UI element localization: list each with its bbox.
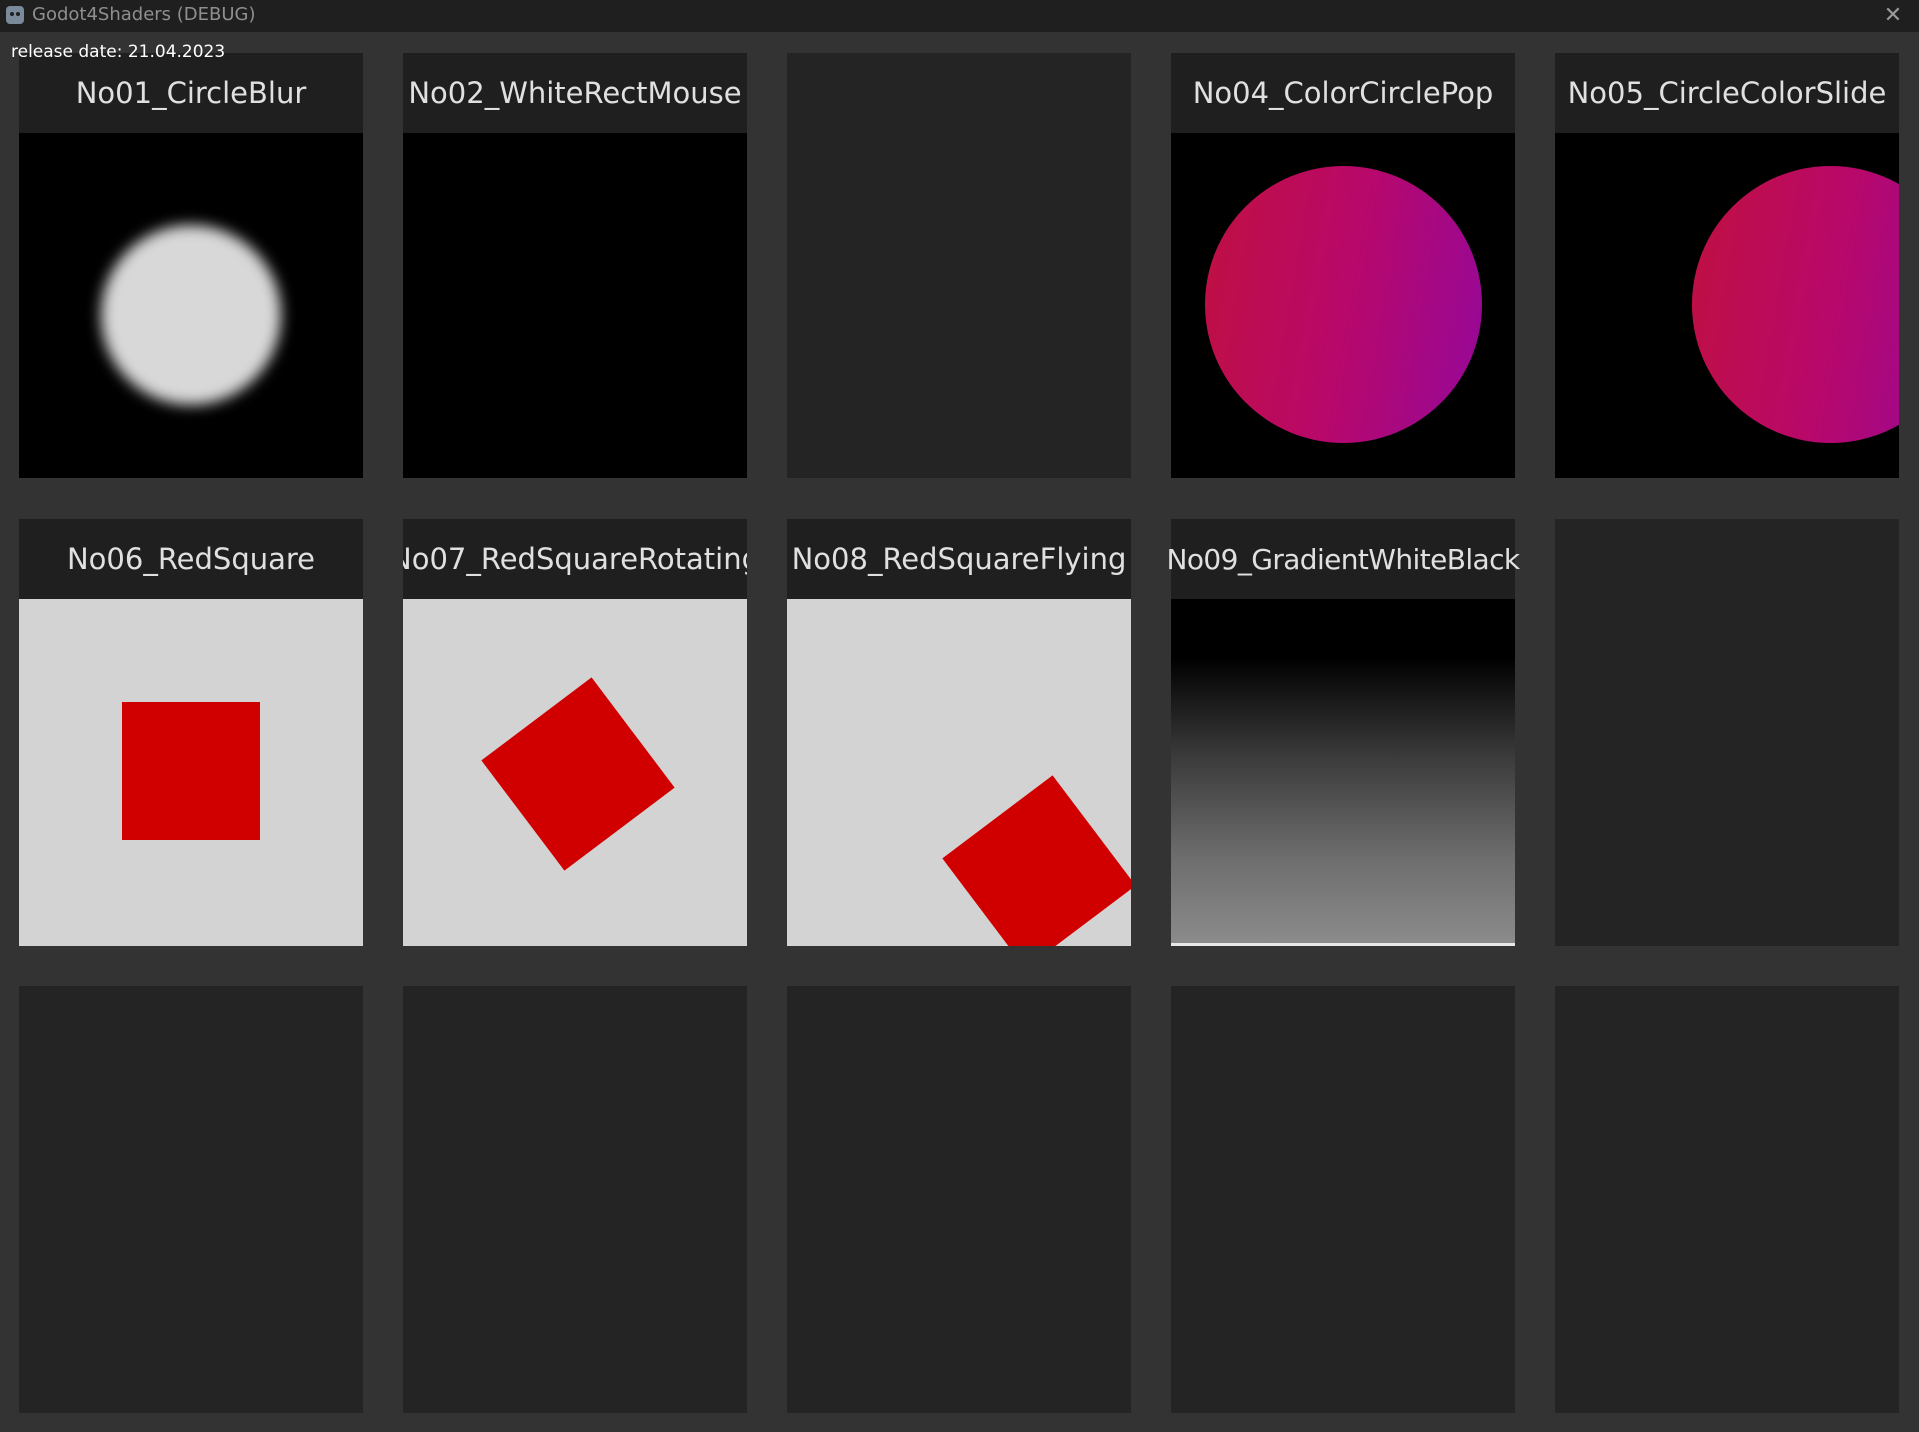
shader-card-title: No09_GradientWhiteBlack xyxy=(1167,519,1520,599)
shader-card-title: No01_CircleBlur xyxy=(19,53,363,133)
shader-preview-red-square-flying xyxy=(787,599,1131,946)
shader-preview-circle-blur xyxy=(19,133,363,478)
shader-card-title: No05_CircleColorSlide xyxy=(1555,53,1899,133)
shader-card-09[interactable]: No09_GradientWhiteBlack xyxy=(1167,519,1520,946)
shader-card-07[interactable]: No07_RedSquareRotating xyxy=(403,519,747,946)
color-circle xyxy=(1692,166,1899,443)
red-square xyxy=(942,775,1131,946)
shader-preview-red-square xyxy=(19,599,363,946)
shader-card-title: No08_RedSquareFlying xyxy=(787,519,1131,599)
godot-icon xyxy=(6,6,24,24)
red-square xyxy=(122,702,260,840)
shader-card-title: No06_RedSquare xyxy=(19,519,363,599)
release-date-label: release date: 21.04.2023 xyxy=(11,42,226,62)
shader-preview-red-square-rotating xyxy=(403,599,747,946)
blurred-circle xyxy=(101,225,281,405)
shader-preview-circle-color-slide xyxy=(1555,133,1899,478)
shader-card-empty xyxy=(19,986,363,1413)
shader-card-08[interactable]: No08_RedSquareFlying xyxy=(787,519,1131,946)
close-icon[interactable]: ✕ xyxy=(1873,0,1913,30)
shader-card-04[interactable]: No04_ColorCirclePop xyxy=(1171,53,1515,478)
color-circle xyxy=(1205,166,1482,443)
window-title: Godot4Shaders (DEBUG) xyxy=(32,4,256,25)
red-square xyxy=(481,677,675,871)
window-titlebar[interactable]: Godot4Shaders (DEBUG) ✕ xyxy=(0,0,1919,32)
shader-card-title: No07_RedSquareRotating xyxy=(403,519,747,599)
shader-card-title: No02_WhiteRectMouse xyxy=(403,53,747,133)
shader-card-empty xyxy=(1171,986,1515,1413)
shader-card-empty xyxy=(1555,986,1899,1413)
shader-card-06[interactable]: No06_RedSquare xyxy=(19,519,363,946)
shader-card-empty xyxy=(1555,519,1899,946)
shader-preview-gradient-white-black xyxy=(1171,599,1515,946)
shader-card-01[interactable]: No01_CircleBlur xyxy=(19,53,363,478)
shader-card-empty xyxy=(403,986,747,1413)
shader-card-empty xyxy=(787,986,1131,1413)
shader-preview-color-circle-pop xyxy=(1171,133,1515,478)
shader-card-05[interactable]: No05_CircleColorSlide xyxy=(1555,53,1899,478)
shader-card-title: No04_ColorCirclePop xyxy=(1171,53,1515,133)
shader-card-02[interactable]: No02_WhiteRectMouse xyxy=(403,53,747,478)
shader-card-empty xyxy=(787,53,1131,478)
shader-preview-white-rect-mouse xyxy=(403,133,747,478)
